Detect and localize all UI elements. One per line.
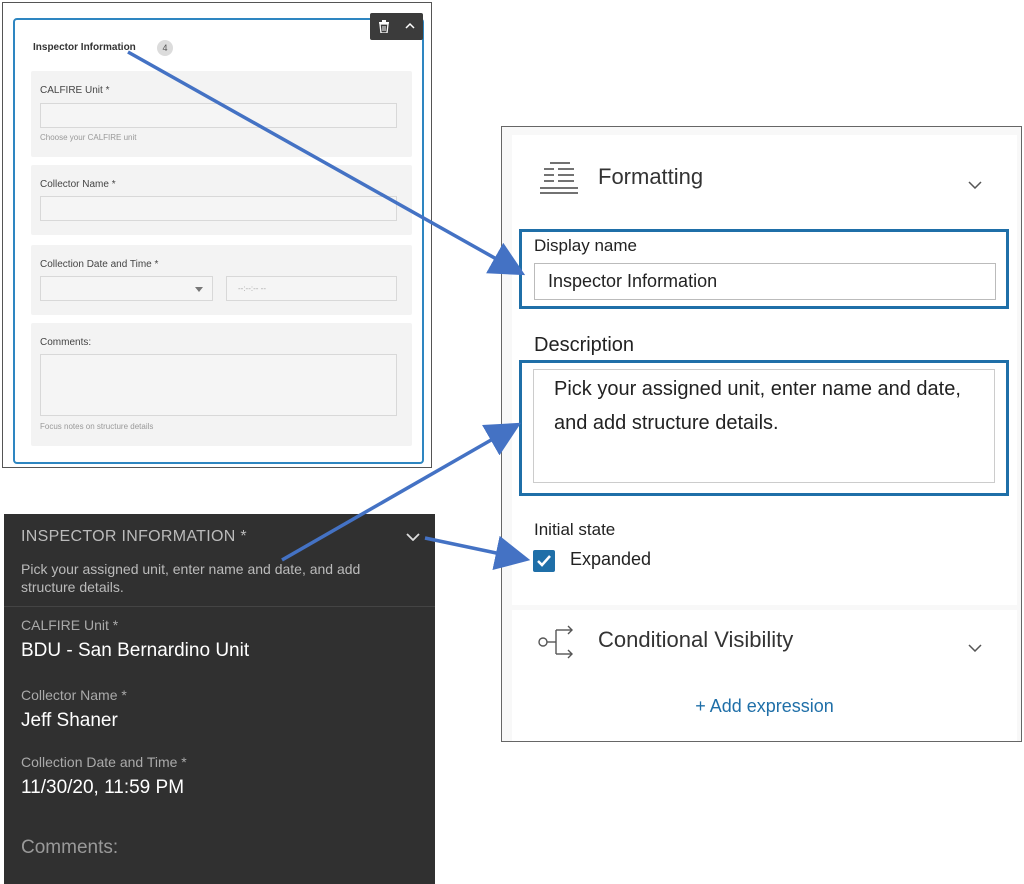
display-name-label: Display name xyxy=(534,236,637,255)
description-textarea[interactable]: Pick your assigned unit, enter name and … xyxy=(533,369,995,483)
question-comments[interactable]: Comments: Focus notes on structure detai… xyxy=(31,323,412,446)
formatting-icon xyxy=(540,162,578,194)
question-collection-date-time[interactable]: Collection Date and Time * --:--:-- -- xyxy=(31,245,412,315)
date-input-preview xyxy=(40,276,213,301)
question-label: Comments: xyxy=(40,337,92,348)
dropdown-caret-icon xyxy=(195,287,203,292)
question-label: Collection Date and Time * xyxy=(40,259,159,270)
display-name-input[interactable]: Inspector Information xyxy=(534,263,996,300)
chevron-up-icon[interactable] xyxy=(397,13,423,40)
group-question-count-badge: 4 xyxy=(157,40,173,56)
add-expression-link[interactable]: + Add expression xyxy=(512,696,1017,717)
comments-label[interactable]: Comments: xyxy=(21,837,118,859)
expanded-label: Expanded xyxy=(570,549,652,569)
mobile-group-title[interactable]: INSPECTOR INFORMATION * xyxy=(21,528,247,546)
collector-name-value[interactable]: Jeff Shaner xyxy=(21,710,118,732)
calfire-unit-input-preview xyxy=(40,103,397,128)
collector-name-input-preview xyxy=(40,196,397,221)
time-input-preview: --:--:-- -- xyxy=(226,276,397,301)
group-card-inspector-information[interactable]: Inspector Information 4 CALFIRE Unit * C… xyxy=(13,13,424,464)
properties-panel: Formatting Display name Inspector Inform… xyxy=(501,126,1022,742)
display-name-highlight: Display name Inspector Information xyxy=(519,229,1009,309)
description-label: Description xyxy=(534,334,635,356)
field-label: Collector Name * xyxy=(21,687,127,703)
mobile-form-preview: INSPECTOR INFORMATION * Pick your assign… xyxy=(4,514,435,884)
question-label: Collector Name * xyxy=(40,179,116,190)
divider xyxy=(4,606,435,607)
field-label: CALFIRE Unit * xyxy=(21,617,119,633)
group-title: Inspector Information xyxy=(33,42,136,53)
question-hint: Focus notes on structure details xyxy=(40,422,154,431)
description-highlight: Pick your assigned unit, enter name and … xyxy=(519,360,1009,496)
question-collector-name[interactable]: Collector Name * xyxy=(31,165,412,235)
initial-state-label: Initial state xyxy=(534,520,616,539)
chevron-down-icon[interactable] xyxy=(968,181,982,189)
mobile-group-description: Pick your assigned unit, enter name and … xyxy=(21,561,361,595)
calfire-unit-value[interactable]: BDU - San Bernardino Unit xyxy=(21,640,249,662)
question-label: CALFIRE Unit * xyxy=(40,85,110,96)
form-builder-panel: Inspector Information 4 CALFIRE Unit * C… xyxy=(2,2,432,468)
conditional-visibility-icon xyxy=(538,625,573,659)
formatting-title: Formatting xyxy=(598,164,704,189)
trash-icon[interactable] xyxy=(370,13,397,40)
formatting-section: Formatting Display name Inspector Inform… xyxy=(512,135,1017,605)
chevron-down-icon[interactable] xyxy=(406,533,420,541)
question-hint: Choose your CALFIRE unit xyxy=(40,133,137,142)
expanded-checkbox[interactable] xyxy=(533,550,555,572)
conditional-visibility-section: Conditional Visibility + Add expression xyxy=(512,610,1017,741)
collection-date-time-value[interactable]: 11/30/20, 11:59 PM xyxy=(21,777,184,799)
chevron-down-icon[interactable] xyxy=(968,644,982,652)
card-toolbar xyxy=(370,13,423,40)
checkmark-icon xyxy=(537,555,551,567)
conditional-visibility-title: Conditional Visibility xyxy=(598,627,794,652)
comments-textarea-preview xyxy=(40,354,397,416)
field-label: Collection Date and Time * xyxy=(21,754,187,770)
question-calfire-unit[interactable]: CALFIRE Unit * Choose your CALFIRE unit xyxy=(31,71,412,157)
